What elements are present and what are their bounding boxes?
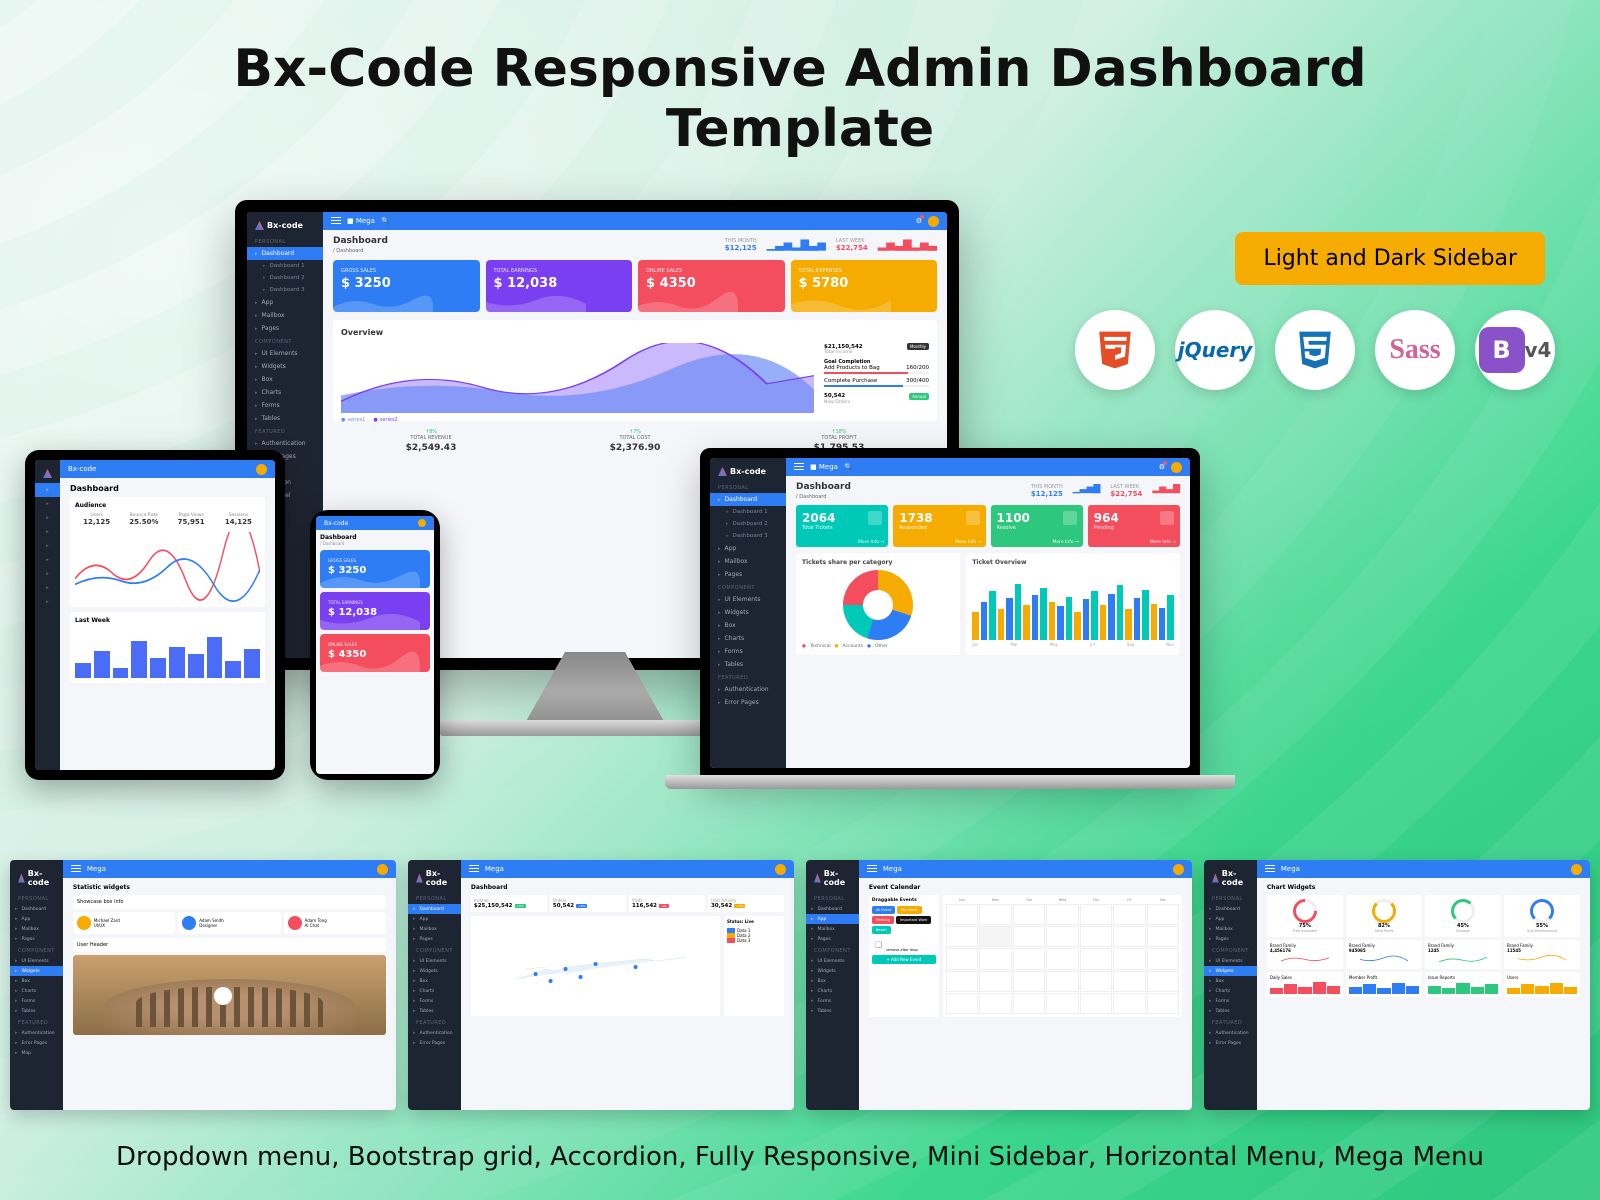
mega-menu[interactable]: ■ Mega <box>347 217 375 225</box>
stat-cards: GROSS SALES$ 3250 TOTAL EARNINGS$ 12,038… <box>333 260 937 312</box>
donut-chart <box>843 570 913 640</box>
preview-thumbnails: Bx-codePERSONALDashboardAppMailboxPagesC… <box>10 860 1590 1110</box>
online-sales-card[interactable]: ONLINE SALES$ 4350 <box>638 260 785 312</box>
bootstrap-icon: Bv4 <box>1475 310 1555 390</box>
phone-mockup: Bx-code Dashboard / Dashboard GROSS SALE… <box>310 510 440 780</box>
sass-icon: Sass <box>1375 310 1455 390</box>
resolve-tile[interactable]: 1100ResolveMore Info → <box>991 505 1083 547</box>
search-icon[interactable]: 🔍 <box>381 217 390 225</box>
menu-icon[interactable] <box>331 217 341 225</box>
tech-stack: jQuery Sass Bv4 <box>1075 310 1555 390</box>
topbar: ■ Mega 🔍 ⚙ <box>323 212 947 230</box>
notification-icon[interactable]: ⚙ <box>916 217 922 225</box>
bar-chart <box>972 570 1174 640</box>
pending-tile[interactable]: 964PendingMore Info → <box>1088 505 1180 547</box>
page-title: Bx-Code Responsive Admin DashboardTempla… <box>0 0 1600 160</box>
total-tickets-tile[interactable]: 2064Total TicketsMore Info → <box>796 505 888 547</box>
css3-icon <box>1275 310 1355 390</box>
gross-sales-card[interactable]: GROSS SALES$ 3250 <box>333 260 480 312</box>
logo[interactable]: Bx-code <box>247 216 323 235</box>
earnings-card[interactable]: TOTAL EARNINGS$ 12,038 <box>486 260 633 312</box>
html5-icon <box>1075 310 1155 390</box>
overview-chart: series1series2 <box>341 343 814 413</box>
expenses-card[interactable]: TOTAL EXPENSES$ 5780 <box>791 260 938 312</box>
tickets-share-panel: Tickets share per category ●Technical ●A… <box>796 553 960 655</box>
sidebar-badge: Light and Dark Sidebar <box>1235 232 1545 285</box>
jquery-icon: jQuery <box>1175 310 1255 390</box>
responded-tile[interactable]: 1738RespondedMore Info → <box>893 505 985 547</box>
footer-features: Dropdown menu, Bootstrap grid, Accordion… <box>0 1142 1600 1172</box>
sidebar: Bx-code PERSONAL Dashboard Dashboard 1 D… <box>710 458 786 768</box>
tablet-mockup: Bx-code Dashboard Audience Users12,125 B… <box>25 450 285 780</box>
avatar[interactable] <box>928 216 939 227</box>
laptop-mockup: Bx-code PERSONAL Dashboard Dashboard 1 D… <box>700 448 1200 778</box>
ticket-overview-panel: Ticket Overview JanMarMayJulSepNov <box>966 553 1180 655</box>
overview-panel: Overview series1series2 $21,150,542Month… <box>333 320 937 421</box>
sidebar-dashboard[interactable]: Dashboard <box>247 247 323 260</box>
